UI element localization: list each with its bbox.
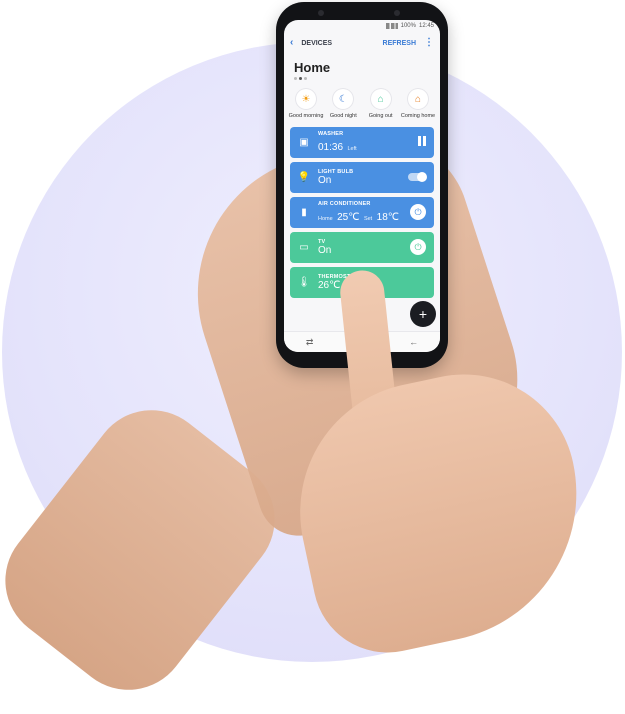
- thermometer-icon: 🌡: [297, 277, 311, 288]
- page-dot-active: [299, 77, 302, 80]
- home-label: Home: [318, 215, 333, 222]
- back-icon[interactable]: ‹: [290, 38, 293, 48]
- refresh-button[interactable]: REFRESH: [383, 40, 416, 47]
- front-camera: [394, 10, 400, 16]
- add-device-button[interactable]: +: [410, 301, 436, 327]
- mode-going-out[interactable]: ⌂ Going out: [363, 88, 399, 119]
- battery-text: 100%: [400, 23, 416, 29]
- signal-icon: [385, 23, 398, 29]
- front-sensor: [318, 10, 324, 16]
- plus-icon: +: [418, 306, 428, 322]
- tv-power-button[interactable]: ⏻: [410, 239, 426, 255]
- app-bar: ‹ DEVICES REFRESH ⋮: [284, 32, 440, 54]
- device-value: On: [318, 245, 332, 257]
- page-dot: [294, 77, 297, 80]
- page-indicator: [284, 75, 440, 82]
- mode-label: Good morning: [288, 113, 324, 119]
- device-card-light-bulb[interactable]: 💡 LIGHT BULB On: [290, 162, 434, 193]
- page-dot: [304, 77, 307, 80]
- set-value: 18℃: [376, 211, 400, 223]
- device-value: 01:36: [318, 141, 344, 153]
- device-suffix: Left: [347, 145, 357, 152]
- device-card-tv[interactable]: ▭ TV On ⏻: [290, 232, 434, 263]
- tv-icon: ▭: [299, 242, 309, 253]
- mode-label: Going out: [368, 113, 393, 119]
- house-in-icon: ⌂: [406, 88, 429, 110]
- mode-good-night[interactable]: ☾ Good night: [325, 88, 361, 119]
- house-out-icon: ⌂: [369, 88, 392, 110]
- page-title: Home: [294, 60, 331, 75]
- device-card-washer[interactable]: ▣ WASHER 01:36 Left: [290, 127, 434, 158]
- more-vertical-icon[interactable]: ⋮: [424, 38, 434, 48]
- air-conditioner-icon: ▮: [301, 207, 307, 218]
- ac-power-button[interactable]: ⏻: [410, 204, 426, 220]
- mode-good-morning[interactable]: ☀ Good morning: [288, 88, 324, 119]
- mode-label: Good night: [329, 113, 357, 119]
- modes-row: ☀ Good morning ☾ Good night ⌂ Going out …: [284, 82, 440, 123]
- sun-icon: ☀: [295, 88, 317, 110]
- recent-apps-icon[interactable]: ⇄: [306, 337, 314, 348]
- device-card-air-conditioner[interactable]: ▮ AIR CONDITIONER Home 25℃ Set 18℃ ⏻: [290, 197, 434, 228]
- mode-label: Coming home: [400, 113, 436, 119]
- mode-coming-home[interactable]: ⌂ Coming home: [400, 88, 436, 119]
- light-toggle[interactable]: [408, 172, 427, 182]
- back-nav-icon[interactable]: ←: [409, 337, 418, 347]
- time-text: 12:45: [418, 23, 434, 29]
- pause-button[interactable]: [418, 136, 426, 146]
- lightbulb-icon: 💡: [297, 172, 311, 183]
- device-value: On: [318, 175, 332, 187]
- washer-icon: ▣: [299, 137, 309, 148]
- app-title: DEVICES: [301, 39, 333, 47]
- set-label: Set: [363, 215, 373, 222]
- power-icon: ⏻: [410, 204, 426, 220]
- status-bar: 100% 12:45: [284, 20, 440, 32]
- moon-icon: ☾: [332, 88, 355, 110]
- home-value: 25℃: [337, 211, 360, 223]
- power-icon: ⏻: [410, 239, 426, 255]
